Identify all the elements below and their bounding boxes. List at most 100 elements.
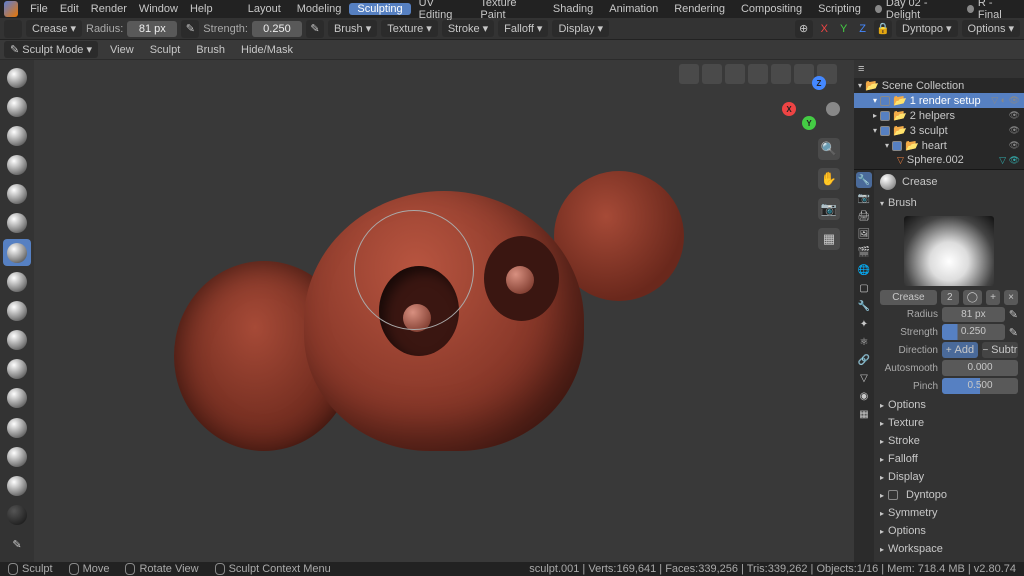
tool-grab[interactable] bbox=[3, 414, 31, 441]
falloff-menu[interactable]: Falloff▾ bbox=[498, 20, 548, 37]
outliner-scene-collection[interactable]: ▾📂Scene Collection bbox=[854, 78, 1024, 93]
panel-texture[interactable]: ▸Texture bbox=[880, 414, 1018, 432]
tool-blob[interactable] bbox=[3, 210, 31, 237]
brush-preset-icon[interactable] bbox=[4, 20, 22, 38]
radius-pressure-icon[interactable]: ✎ bbox=[181, 20, 199, 38]
props-tab-particle[interactable]: ✦ bbox=[856, 316, 872, 332]
props-tab-constraint[interactable]: 🔗 bbox=[856, 352, 872, 368]
workspace-tab-shading[interactable]: Shading bbox=[545, 3, 601, 15]
strength-field[interactable]: 0.250 bbox=[252, 21, 302, 37]
brush-name-dropdown[interactable]: Crease▾ bbox=[26, 20, 82, 37]
brush-thumbnail[interactable] bbox=[904, 216, 994, 286]
tool-claystrips[interactable] bbox=[3, 122, 31, 149]
props-tab-material[interactable]: ◉ bbox=[856, 388, 872, 404]
display-menu[interactable]: Display▾ bbox=[552, 20, 609, 37]
props-tab-modifier[interactable]: 🔧 bbox=[856, 298, 872, 314]
tool-scrape[interactable] bbox=[3, 356, 31, 383]
props-tab-mesh[interactable]: ▽ bbox=[856, 370, 872, 386]
pressure-icon[interactable]: ✎ bbox=[1009, 308, 1018, 321]
zoom-icon[interactable]: 🔍 bbox=[818, 138, 840, 160]
tool-pinch[interactable] bbox=[3, 385, 31, 412]
menu-window[interactable]: Window bbox=[133, 3, 184, 15]
prop-radius[interactable]: 81 px bbox=[942, 307, 1005, 322]
3d-viewport[interactable]: X Y Z 🔍 ✋ 📷 ▦ bbox=[34, 60, 854, 562]
lock-icon[interactable]: 🔒 bbox=[874, 20, 892, 38]
props-tab-world[interactable]: 🌐 bbox=[856, 262, 872, 278]
menu-help[interactable]: Help bbox=[184, 3, 219, 15]
panel-falloff[interactable]: ▸Falloff bbox=[880, 450, 1018, 468]
pan-icon[interactable]: ✋ bbox=[818, 168, 840, 190]
camera-icon[interactable]: 📷 bbox=[818, 198, 840, 220]
viewlayer-selector[interactable]: R - Final bbox=[961, 0, 1020, 21]
menu-file[interactable]: File bbox=[24, 3, 54, 15]
workspace-tab-modeling[interactable]: Modeling bbox=[289, 3, 350, 15]
props-tab-scene[interactable]: 🎬 bbox=[856, 244, 872, 260]
tool-fill[interactable] bbox=[3, 327, 31, 354]
brush-header-menu[interactable]: Brush bbox=[192, 44, 229, 56]
overlay-toggle-icon[interactable] bbox=[702, 64, 722, 84]
outliner-item[interactable]: ▸📂2 helpers👁 bbox=[854, 108, 1024, 123]
mirror-pivot-icon[interactable]: ⊕ bbox=[795, 20, 813, 38]
tool-inflate[interactable] bbox=[3, 181, 31, 208]
outliner-item[interactable]: ▾📂3 sculpt👁 bbox=[854, 123, 1024, 138]
workspace-tab-scripting[interactable]: Scripting bbox=[810, 3, 869, 15]
workspace-tab-uvediting[interactable]: UV Editing bbox=[411, 0, 473, 21]
workspace-tab-animation[interactable]: Animation bbox=[601, 3, 666, 15]
panel-options2[interactable]: ▸Options bbox=[880, 522, 1018, 540]
menu-edit[interactable]: Edit bbox=[54, 3, 85, 15]
panel-options[interactable]: ▸Options bbox=[880, 396, 1018, 414]
prop-pinch[interactable]: 0.500 bbox=[942, 378, 1018, 394]
panel-stroke[interactable]: ▸Stroke bbox=[880, 432, 1018, 450]
props-tab-object[interactable]: ▢ bbox=[856, 280, 872, 296]
strength-pressure-icon[interactable]: ✎ bbox=[306, 20, 324, 38]
tool-snakehook[interactable] bbox=[3, 443, 31, 470]
workspace-tab-layout[interactable]: Layout bbox=[240, 3, 289, 15]
outliner-item[interactable]: ▽Sphere.002▽ 👁 bbox=[854, 153, 1024, 167]
fake-user-icon[interactable]: ◯ bbox=[963, 290, 982, 305]
view-menu[interactable]: View bbox=[106, 44, 138, 56]
tool-thumb[interactable] bbox=[3, 472, 31, 499]
tool-annotate[interactable]: ✎ bbox=[3, 531, 31, 558]
outliner-item[interactable]: ▾📂heart👁 bbox=[854, 138, 1024, 153]
direction-add[interactable]: + Add bbox=[942, 342, 978, 358]
workspace-tab-compositing[interactable]: Compositing bbox=[733, 3, 810, 15]
props-tab-texture[interactable]: ▦ bbox=[856, 406, 872, 422]
gizmo-toggle-icon[interactable] bbox=[679, 64, 699, 84]
props-tab-tool[interactable]: 🔧 bbox=[856, 172, 872, 188]
props-tab-viewlayer[interactable]: 🖼 bbox=[856, 226, 872, 242]
mirror-z-toggle[interactable]: Z bbox=[855, 21, 870, 37]
panel-dyntopo[interactable]: ▸Dyntopo bbox=[880, 486, 1018, 504]
navigation-gizmo[interactable]: X Y Z bbox=[782, 72, 842, 132]
options-dropdown[interactable]: Options▾ bbox=[962, 20, 1020, 37]
xray-toggle-icon[interactable] bbox=[725, 64, 745, 84]
hidemask-menu[interactable]: Hide/Mask bbox=[237, 44, 297, 56]
tool-flatten[interactable] bbox=[3, 297, 31, 324]
outliner-filter-icon[interactable]: ≡ bbox=[858, 63, 864, 75]
tool-crease[interactable] bbox=[3, 239, 31, 266]
prop-autosmooth[interactable]: 0.000 bbox=[942, 360, 1018, 376]
brush-panel-header[interactable]: ▾Brush bbox=[880, 194, 1018, 212]
mirror-y-toggle[interactable]: Y bbox=[836, 21, 851, 37]
panel-workspace[interactable]: ▸Workspace bbox=[880, 540, 1018, 558]
workspace-tab-texturepaint[interactable]: Texture Paint bbox=[472, 0, 545, 21]
direction-subtract[interactable]: − Subtr bbox=[982, 342, 1018, 358]
panel-symmetry[interactable]: ▸Symmetry bbox=[880, 504, 1018, 522]
tool-mask[interactable] bbox=[3, 502, 31, 529]
tool-smooth[interactable] bbox=[3, 268, 31, 295]
panel-display[interactable]: ▸Display bbox=[880, 468, 1018, 486]
tool-draw[interactable] bbox=[3, 64, 31, 91]
outliner-item[interactable]: ▾📂1 render setup▽ ◐ 👁 bbox=[854, 93, 1024, 108]
prop-strength[interactable]: 0.250 bbox=[942, 324, 1005, 340]
workspace-tab-sculpting[interactable]: Sculpting bbox=[349, 3, 410, 15]
brush-menu[interactable]: Brush▾ bbox=[328, 20, 377, 37]
tool-clay[interactable] bbox=[3, 93, 31, 120]
props-tab-output[interactable]: 🖨 bbox=[856, 208, 872, 224]
menu-render[interactable]: Render bbox=[85, 3, 133, 15]
mirror-x-toggle[interactable]: X bbox=[817, 21, 832, 37]
brush-name-field[interactable]: Crease bbox=[880, 290, 937, 305]
perspective-icon[interactable]: ▦ bbox=[818, 228, 840, 250]
tool-layer[interactable] bbox=[3, 152, 31, 179]
stroke-menu[interactable]: Stroke▾ bbox=[442, 20, 494, 37]
props-tab-physics[interactable]: ⚛ bbox=[856, 334, 872, 350]
unlink-brush-icon[interactable]: × bbox=[1004, 290, 1018, 305]
